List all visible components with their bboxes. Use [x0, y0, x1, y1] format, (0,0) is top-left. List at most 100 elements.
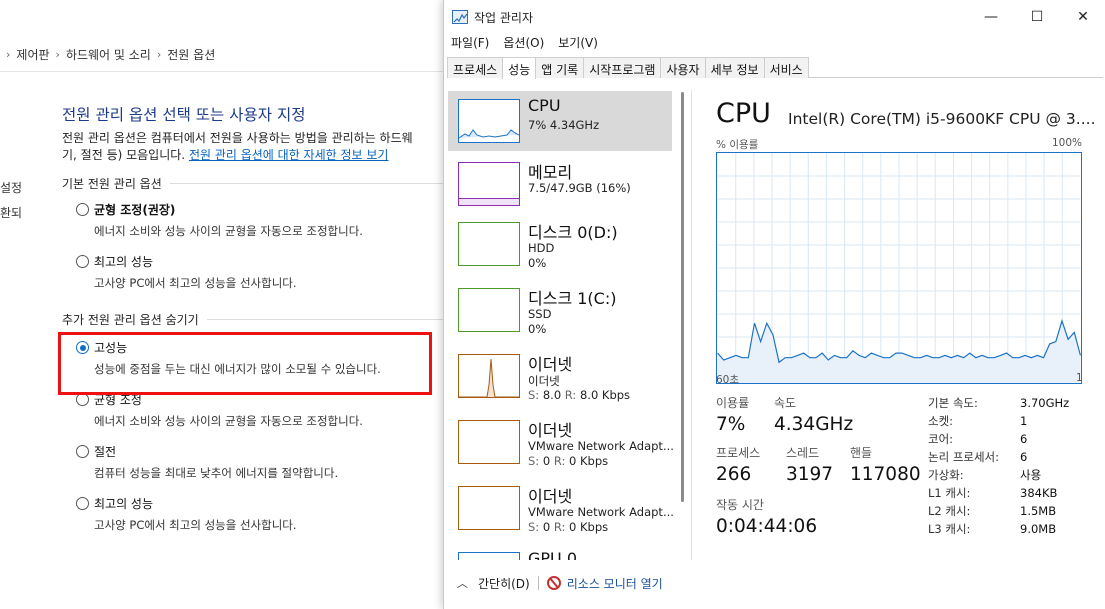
spec-value: 9.0MB: [1020, 522, 1057, 536]
open-resource-monitor-link[interactable]: 리소스 모니터 열기: [567, 575, 663, 592]
spec-key: L2 캐시:: [928, 504, 971, 518]
radio-button[interactable]: [76, 497, 89, 510]
resource-value: 0%: [528, 256, 547, 270]
menu-view[interactable]: 보기(V): [558, 34, 598, 54]
speed-label: 속도: [774, 396, 797, 410]
tab-users[interactable]: 사용자: [660, 57, 706, 78]
spec-key: 가상화:: [928, 468, 964, 482]
resource-label: 디스크 1(C:): [528, 289, 617, 308]
gpu-thumbnail-graph: [458, 552, 520, 560]
usage-axis-max: 100%: [1051, 137, 1082, 149]
resource-value: S: 0 R: 0 Kbps: [528, 454, 608, 468]
cpu-spec-list: 기본 속도: 3.70GHz 소켓: 1 코어: 6 논리 프로세서: 6 가상화: 사용…: [928, 394, 1069, 538]
menu-options[interactable]: 옵션(O): [503, 34, 544, 54]
tab-performance[interactable]: 성능: [502, 57, 537, 79]
resource-item-memory[interactable]: 메모리 7.5/47.9GB (16%): [448, 154, 672, 214]
speed-value: 4.34GHz: [774, 414, 854, 435]
page-description: 전원 관리 옵션은 컴퓨터에서 전원을 사용하는 방법을 관리하는 하드웨 기,…: [62, 130, 452, 164]
plan-name: 최고의 성능: [94, 497, 154, 511]
graph-axis-left: 60초: [716, 374, 740, 386]
usage-axis-label: % 이용률: [716, 139, 759, 151]
breadcrumb-hardware-sound[interactable]: 하드웨어 및 소리: [66, 46, 151, 63]
tab-startup[interactable]: 시작프로그램: [583, 57, 662, 78]
chevron-up-icon[interactable]: ︿: [457, 575, 468, 591]
hide-extra-plans-toggle[interactable]: 추가 전원 관리 옵션 숨기기: [62, 311, 199, 328]
more-info-link[interactable]: 전원 관리 옵션에 대한 자세한 정보 보기: [189, 148, 389, 162]
plan-ultimate-performance-2[interactable]: 최고의 성능 고사양 PC에서 최고의 성능을 선사합니다.: [76, 495, 446, 533]
radio-button[interactable]: [76, 445, 89, 458]
usage-label: 이용률: [716, 396, 750, 410]
resource-item-cpu[interactable]: CPU 7% 4.34GHz: [448, 91, 672, 151]
spec-value: 3.70GHz: [1020, 396, 1070, 410]
plan-name: 균형 조정(권장): [94, 203, 176, 217]
tab-bar: 프로세스 성능 앱 기록 시작프로그램 사용자 세부 정보 서비스: [447, 57, 1103, 79]
radio-button[interactable]: [76, 203, 89, 216]
plan-balanced-recommended[interactable]: 균형 조정(권장) 에너지 소비와 성능 사이의 균형을 자동으로 조정합니다.: [76, 201, 446, 239]
task-manager-icon: [452, 10, 468, 24]
receive-label: R:: [553, 454, 566, 468]
cpu-thumbnail-graph: [458, 99, 520, 143]
plan-ultimate-performance[interactable]: 최고의 성능 고사양 PC에서 최고의 성능을 선사합니다.: [76, 253, 446, 291]
description-line: 전원 관리 옵션은 컴퓨터에서 전원을 사용하는 방법을 관리하는 하드웨: [62, 131, 413, 145]
close-button[interactable]: ✕: [1060, 0, 1105, 34]
receive-value: 0 Kbps: [569, 520, 609, 534]
tab-app-history[interactable]: 앱 기록: [535, 57, 585, 78]
maximize-button[interactable]: ☐: [1014, 0, 1060, 34]
title-bar[interactable]: 작업 관리자 — ☐ ✕: [444, 0, 1105, 34]
minimize-button[interactable]: —: [968, 0, 1014, 34]
tab-details[interactable]: 세부 정보: [704, 57, 765, 78]
receive-value: 0 Kbps: [569, 454, 609, 468]
resource-label: 이더넷: [528, 487, 573, 506]
radio-button[interactable]: [76, 255, 89, 268]
processes-value: 266: [716, 464, 752, 485]
spec-value: 1.5MB: [1020, 504, 1057, 518]
plan-power-saver[interactable]: 절전 컴퓨터 성능을 최대로 낮추어 에너지를 절약합니다.: [76, 443, 446, 481]
spec-key: 소켓:: [928, 414, 954, 428]
ethernet-thumbnail-graph: [458, 354, 520, 398]
processes-label: 프로세스: [716, 446, 761, 460]
resource-label: 디스크 0(D:): [528, 223, 618, 242]
sidebar-item-settings[interactable]: 설정: [0, 179, 22, 196]
threads-label: 스레드: [786, 446, 820, 460]
graph-axis-right: 1: [1076, 372, 1083, 384]
spec-key: L1 캐시:: [928, 486, 971, 500]
resource-label: 이더넷: [528, 421, 573, 440]
footer-bar: ︿ 간단히(D) 리소스 모니터 열기: [444, 565, 1105, 601]
resource-label: 이더넷: [528, 355, 573, 374]
resource-type: SSD: [528, 307, 552, 321]
uptime-value: 0:04:44:06: [716, 516, 818, 537]
send-label: S:: [528, 520, 540, 534]
section-extra-plans[interactable]: 추가 전원 관리 옵션 숨기기: [62, 311, 452, 328]
resource-type: HDD: [528, 241, 555, 255]
send-label: S:: [528, 454, 540, 468]
resource-item-ethernet-2[interactable]: 이더넷 VMware Network Adapt... S: 0 R: 0 Kb…: [448, 412, 674, 472]
resource-value: S: 0 R: 0 Kbps: [528, 520, 608, 534]
breadcrumb-separator-icon: ›: [55, 48, 60, 61]
handles-value: 117080: [850, 464, 921, 485]
resource-item-ethernet-3[interactable]: 이더넷 VMware Network Adapt... S: 0 R: 0 Kb…: [448, 478, 674, 538]
tab-processes[interactable]: 프로세스: [447, 57, 504, 78]
resource-item-disk-0[interactable]: 디스크 0(D:) HDD 0%: [448, 214, 672, 274]
resource-item-ethernet-1[interactable]: 이더넷 이더넷 S: 8.0 R: 8.0 Kbps: [448, 346, 672, 406]
pane-divider[interactable]: [691, 90, 692, 560]
resource-adapter: 이더넷: [528, 374, 560, 388]
resource-list-scrollbar[interactable]: [681, 92, 684, 502]
plan-balanced[interactable]: 균형 조정 에너지 소비와 성능 사이의 균형을 자동으로 조정합니다.: [76, 391, 446, 429]
disk-thumbnail-graph: [458, 222, 520, 266]
fewer-details-button[interactable]: 간단히(D): [478, 575, 530, 592]
ethernet-thumbnail-graph: [458, 420, 520, 464]
resource-item-disk-1[interactable]: 디스크 1(C:) SSD 0%: [448, 280, 672, 340]
sidebar-item-environment[interactable]: 환되: [0, 204, 22, 221]
spec-key: 코어:: [928, 432, 954, 446]
resource-item-gpu[interactable]: GPU 0: [448, 544, 672, 560]
uptime-label: 작동 시간: [716, 498, 764, 512]
breadcrumb-control-panel[interactable]: 제어판: [16, 46, 49, 63]
spec-key: 기본 속도:: [928, 396, 978, 410]
menu-bar: 파일(F) 옵션(O) 보기(V): [444, 34, 605, 54]
spec-value: 384KB: [1020, 486, 1058, 500]
breadcrumb-power-options[interactable]: 전원 옵션: [167, 46, 215, 63]
memory-thumbnail-graph: [458, 162, 520, 206]
resource-value: 7.5/47.9GB (16%): [528, 181, 631, 195]
tab-services[interactable]: 서비스: [763, 57, 809, 78]
menu-file[interactable]: 파일(F): [451, 34, 489, 54]
